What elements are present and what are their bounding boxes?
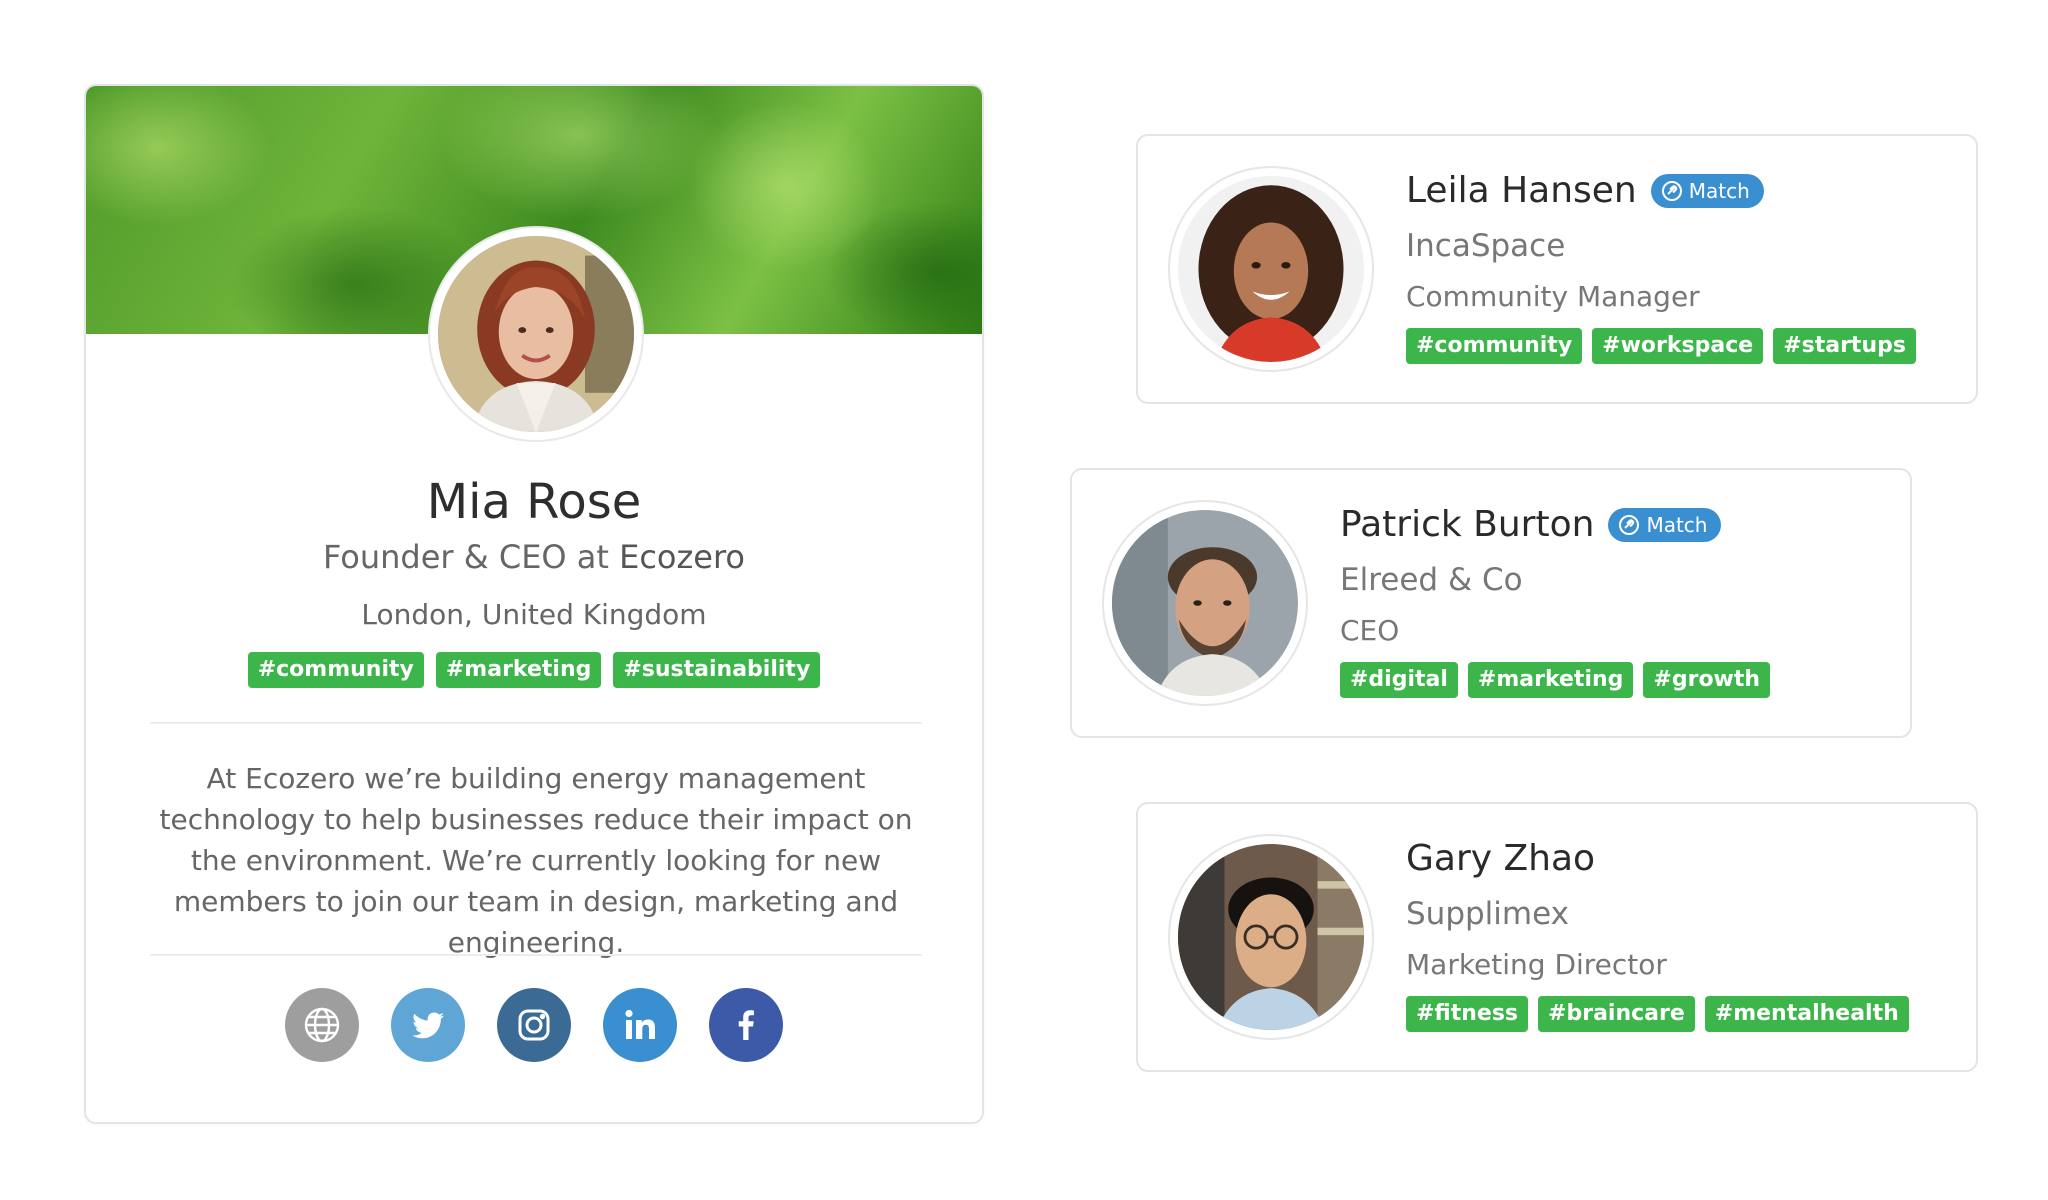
tag-marketing[interactable]: #marketing xyxy=(1467,662,1634,698)
match-badge[interactable]: Match xyxy=(1650,173,1764,208)
tag-fitness[interactable]: #fitness xyxy=(1406,996,1529,1032)
profile-name: Mia Rose xyxy=(426,474,642,530)
twitter-link[interactable] xyxy=(391,988,465,1062)
match-name: Leila Hansen xyxy=(1406,170,1637,211)
match-card[interactable]: Gary Zhao Supplimex Marketing Director #… xyxy=(1136,802,1978,1072)
tag-digital[interactable]: #digital xyxy=(1340,662,1458,698)
match-photo xyxy=(1178,844,1364,1030)
facebook-icon xyxy=(738,1010,754,1040)
profile-photo xyxy=(438,236,634,432)
match-company: Elreed & Co xyxy=(1340,562,1523,598)
twitter-icon xyxy=(412,1012,444,1039)
profile-bio: At Ecozero we’re building energy managem… xyxy=(159,762,913,959)
match-tags: #fitness #braincare #mentalhealth xyxy=(1406,996,1909,1032)
company-name: Ecozero xyxy=(619,538,745,576)
tag-braincare[interactable]: #braincare xyxy=(1538,996,1695,1032)
profile-tags: #community #marketing #sustainability xyxy=(86,652,982,688)
tag-mentalhealth[interactable]: #mentalhealth xyxy=(1704,996,1909,1032)
avatar[interactable] xyxy=(1168,166,1374,372)
role-prefix: Founder & CEO at xyxy=(322,538,620,576)
tag-startups[interactable]: #startups xyxy=(1773,328,1916,364)
match-title: Marketing Director xyxy=(1406,948,1667,981)
linkedin-link[interactable] xyxy=(603,988,677,1062)
profile-role: Founder & CEO at Ecozero xyxy=(86,538,982,576)
match-photo xyxy=(1112,510,1298,696)
tag-marketing[interactable]: #marketing xyxy=(435,652,602,688)
match-tags: #digital #marketing #growth xyxy=(1340,662,1771,698)
match-tags: #community #workspace #startups xyxy=(1406,328,1916,364)
match-name: Gary Zhao xyxy=(1406,838,1596,879)
avatar[interactable] xyxy=(428,226,644,442)
facebook-link[interactable] xyxy=(709,988,783,1062)
tag-sustainability[interactable]: #sustainability xyxy=(613,652,821,688)
instagram-link[interactable] xyxy=(497,988,571,1062)
avatar[interactable] xyxy=(1168,834,1374,1040)
match-badge-label: Match xyxy=(1646,512,1708,537)
profile-location: London, United Kingdom xyxy=(361,598,707,631)
match-card[interactable]: Patrick Burton Match Elreed & Co CEO #di… xyxy=(1070,468,1912,738)
match-icon xyxy=(1661,180,1682,201)
tag-community[interactable]: #community xyxy=(247,652,424,688)
divider xyxy=(150,722,922,724)
match-card[interactable]: Leila Hansen Match IncaSpace Community M… xyxy=(1136,134,1978,404)
social-links xyxy=(86,988,982,1062)
match-name-row: Patrick Burton Match xyxy=(1340,504,1722,545)
website-link[interactable] xyxy=(285,988,359,1062)
divider xyxy=(150,954,922,956)
profile-card: Mia Rose Founder & CEO at Ecozero London… xyxy=(84,84,984,1124)
match-company: Supplimex xyxy=(1406,896,1569,932)
tag-community[interactable]: #community xyxy=(1406,328,1583,364)
linkedin-icon xyxy=(625,1009,655,1039)
match-badge-label: Match xyxy=(1688,178,1750,203)
match-company: IncaSpace xyxy=(1406,228,1566,264)
avatar[interactable] xyxy=(1102,500,1308,706)
match-title: CEO xyxy=(1340,614,1400,647)
match-name: Patrick Burton xyxy=(1340,504,1595,545)
match-title: Community Manager xyxy=(1406,280,1700,313)
tag-workspace[interactable]: #workspace xyxy=(1592,328,1764,364)
match-photo xyxy=(1178,176,1364,362)
instagram-icon xyxy=(518,1009,550,1041)
tag-growth[interactable]: #growth xyxy=(1643,662,1771,698)
match-name-row: Leila Hansen Match xyxy=(1406,170,1764,211)
match-icon xyxy=(1619,514,1640,535)
globe-icon xyxy=(304,1007,340,1043)
match-name-row: Gary Zhao xyxy=(1406,838,1595,879)
match-badge[interactable]: Match xyxy=(1608,507,1722,542)
